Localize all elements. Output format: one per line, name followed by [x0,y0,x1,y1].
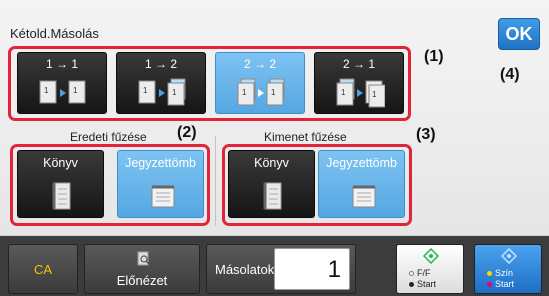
svg-text:1: 1 [242,88,247,97]
section-divider [215,136,216,226]
bw-dot-icon [409,282,414,288]
yellow-dot-icon [487,271,492,277]
preview-button[interactable]: Előnézet [84,244,200,294]
mode-2-to-2-button[interactable]: 2 → 2 1 1 [215,52,305,114]
svg-text:1: 1 [372,90,377,99]
copies-label: Másolatok [215,262,275,277]
mode-label: 1 → 1 [45,57,78,71]
bw-start-text: F/F Start [409,268,436,290]
one-to-two-sided-icon: 1 1 [138,78,186,106]
ok-button[interactable]: OK [498,18,540,50]
mode-1-to-2-button[interactable]: 1 → 2 1 1 [116,52,206,114]
one-to-one-sided-icon: 1 1 [39,80,86,104]
screen-title: Kétold.Másolás [10,26,99,41]
tablet-binding-icon [352,185,376,208]
bind-label: Jegyzettömb [326,156,397,170]
color-start-line2: Start [495,279,515,289]
preview-label: Előnézet [116,273,168,288]
mode-2-to-1-button[interactable]: 2 → 1 1 1 [314,52,404,114]
bind-label: Jegyzettömb [125,156,196,170]
color-start-text: Szín Start [487,268,514,290]
mode-label: 1 → 2 [144,57,177,71]
bind-label: Könyv [254,156,289,170]
copies-count-field[interactable]: 1 [274,248,350,290]
clear-all-button[interactable]: CA [8,244,78,294]
original-book-button[interactable]: Könyv [17,150,104,218]
svg-text:1: 1 [271,88,276,97]
mode-label: 2 → 1 [342,57,375,71]
two-to-two-sided-icon: 1 1 [237,78,285,106]
bind-label: Könyv [43,156,78,170]
bw-start-button[interactable]: F/F Start [396,244,464,294]
svg-text:1: 1 [341,88,346,97]
callout-2: (2) [177,124,197,141]
svg-text:1: 1 [172,88,177,97]
book-binding-icon [52,182,71,210]
book-binding-icon [263,182,282,210]
svg-text:1: 1 [73,86,78,95]
magenta-dot-icon [487,282,492,288]
svg-text:1: 1 [143,86,148,95]
start-diamond-icon [423,248,439,264]
start-diamond-icon [501,248,517,264]
svg-text:1: 1 [44,86,49,95]
two-to-one-sided-icon: 1 1 [336,78,385,108]
output-book-button[interactable]: Könyv [228,150,315,218]
bw-start-line2: Start [417,279,437,289]
callout-1: (1) [424,48,444,65]
color-start-line1: Szín [495,268,514,278]
original-binding-label: Eredeti fűzése [70,130,147,144]
output-tablet-button[interactable]: Jegyzettömb [318,150,405,218]
bw-start-line1: F/F [417,268,431,278]
tablet-binding-icon [151,185,175,208]
mode-label: 2 → 2 [243,57,276,71]
color-start-button[interactable]: Szín Start [474,244,542,294]
mode-1-to-1-button[interactable]: 1 → 1 1 1 [17,52,107,114]
original-tablet-button[interactable]: Jegyzettömb [117,150,204,218]
callout-4: (4) [500,66,520,83]
output-binding-label: Kimenet fűzése [264,130,347,144]
bw-dot-icon [409,271,414,277]
preview-magnifier-icon [137,251,150,266]
callout-3: (3) [416,126,436,143]
